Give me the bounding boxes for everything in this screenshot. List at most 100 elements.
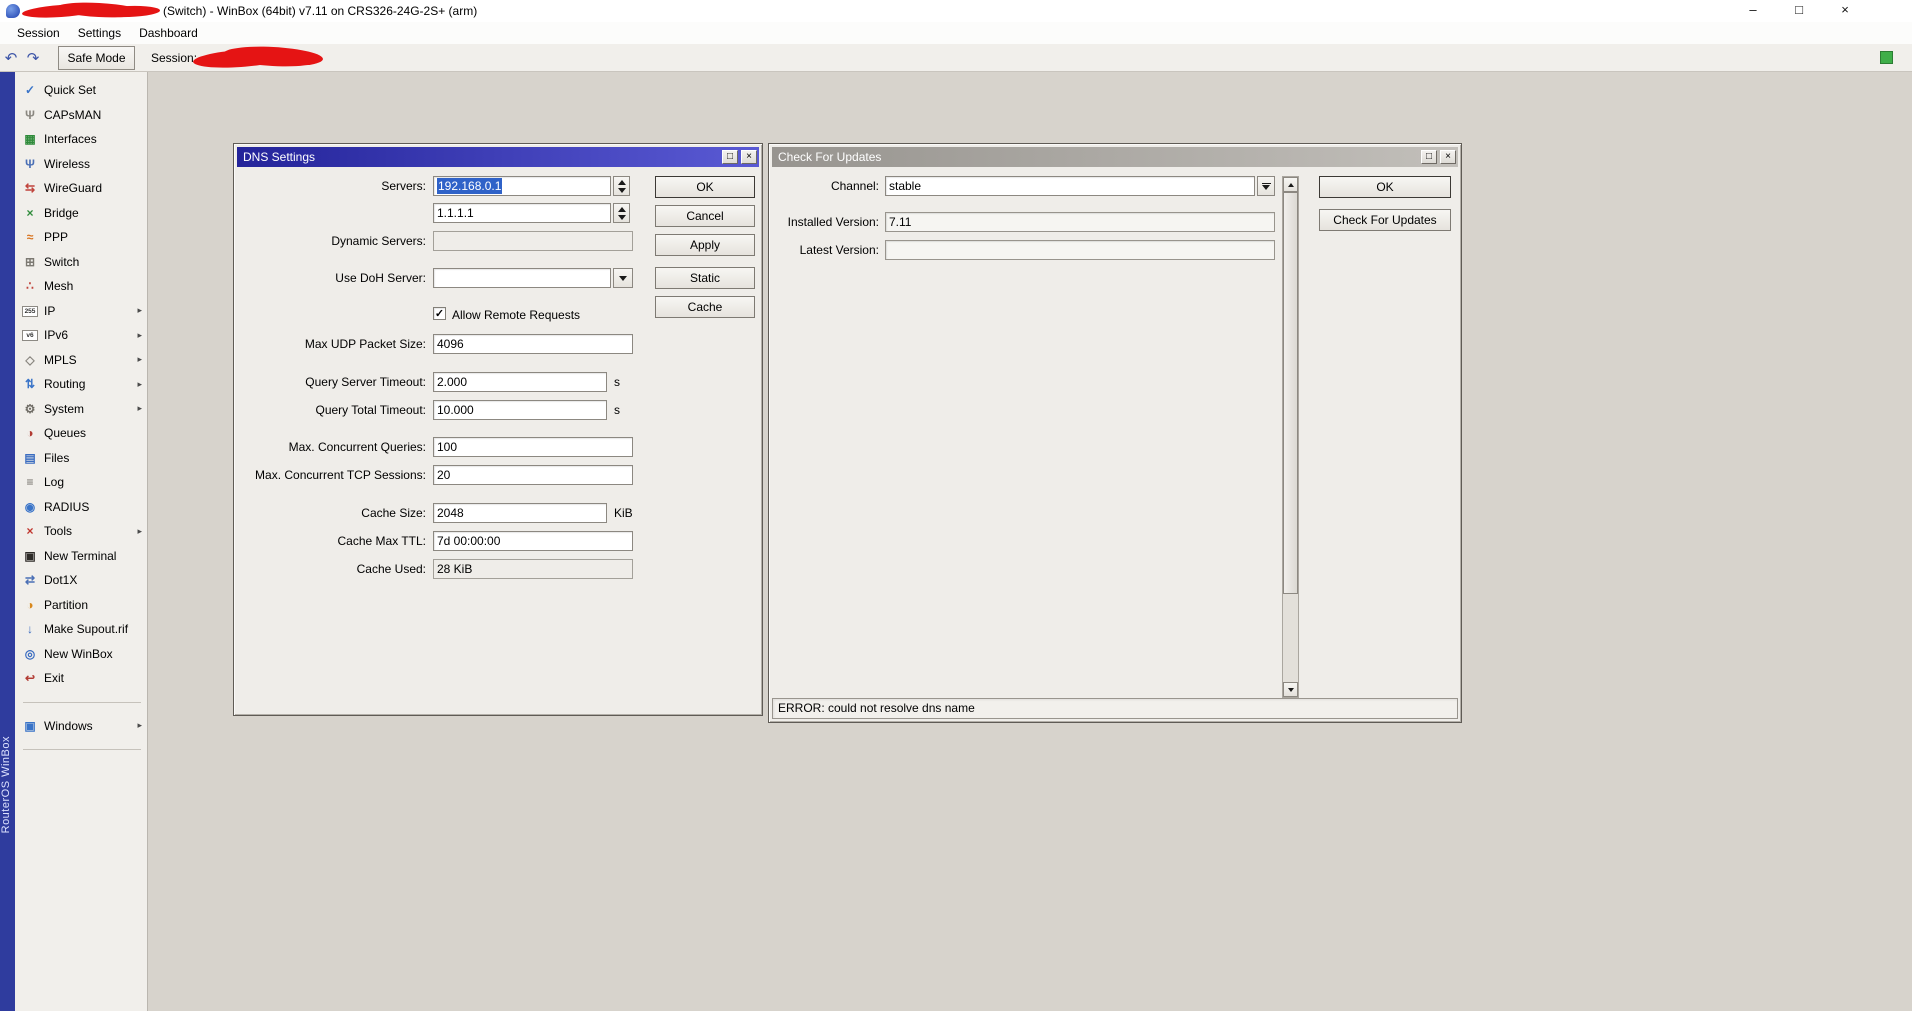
sidebar-item-bridge[interactable]: × Bridge (15, 201, 147, 226)
scroll-up-button[interactable] (1283, 177, 1298, 192)
dns-cancel-button[interactable]: Cancel (655, 205, 755, 227)
connection-status-indicator (1880, 51, 1893, 64)
query-total-timeout-suffix: s (614, 403, 620, 417)
sidebar-item-capsman[interactable]: Ψ CAPsMAN (15, 103, 147, 128)
updates-ok-button[interactable]: OK (1319, 176, 1451, 198)
channel-input[interactable] (885, 176, 1255, 196)
dns-dialog-title: DNS Settings (243, 150, 316, 164)
item-label: Queues (44, 426, 87, 441)
scrollbar-thumb[interactable] (1283, 192, 1298, 594)
updates-close-button[interactable]: × (1440, 150, 1456, 164)
sidebar-item-ppp[interactable]: ≈ PPP (15, 225, 147, 250)
menu-dashboard[interactable]: Dashboard (130, 22, 207, 44)
sidebar-item-quick-set[interactable]: ✓ Quick Set (15, 78, 147, 103)
updates-restore-button[interactable]: □ (1421, 150, 1437, 164)
mpls-icon: ◇ (25, 352, 35, 367)
sidebar-item-queues[interactable]: ◑ Queues (15, 421, 147, 446)
maximize-button[interactable]: □ (1776, 0, 1822, 22)
cache-max-ttl-input[interactable] (433, 531, 633, 551)
item-label: Mesh (44, 279, 74, 294)
sidebar-item-new-terminal[interactable]: ▣ New Terminal (15, 544, 147, 569)
dns-restore-button[interactable]: □ (722, 150, 738, 164)
sidebar-item-make-supout[interactable]: ↓ Make Supout.rif (15, 617, 147, 642)
sidebar-item-partition[interactable]: ◑ Partition (15, 593, 147, 618)
installed-version-label: Installed Version: (787, 215, 879, 229)
updates-dialog-titlebar[interactable]: Check For Updates □ × (772, 147, 1458, 167)
dns-close-button[interactable]: × (741, 150, 757, 164)
window-controls: – □ × (1730, 0, 1868, 22)
session-label: Session: (151, 50, 198, 65)
submenu-arrow-icon: ▸ (137, 720, 142, 731)
sidebar-item-files[interactable]: ▤ Files (15, 446, 147, 471)
system-icon: ⚙ (24, 401, 36, 416)
max-tcp-sessions-input[interactable] (433, 465, 633, 485)
sidebar-item-wireguard[interactable]: ⇆ WireGuard (15, 176, 147, 201)
scroll-down-button[interactable] (1283, 682, 1298, 697)
sidebar-separator (23, 701, 141, 703)
sidebar-item-tools[interactable]: × Tools ▸ (15, 519, 147, 544)
sidebar-item-dot1x[interactable]: ⇄ Dot1X (15, 568, 147, 593)
item-label: Switch (44, 254, 80, 269)
sidebar-menu: ✓ Quick Set Ψ CAPsMAN ▦ Interfaces Ψ Wireles… (15, 72, 148, 1011)
sidebar-item-wireless[interactable]: Ψ Wireless (15, 152, 147, 177)
item-label: Quick Set (44, 83, 97, 98)
dns-ok-button[interactable]: OK (655, 176, 755, 198)
sidebar-item-log[interactable]: ≡ Log (15, 470, 147, 495)
doh-server-input[interactable] (433, 268, 611, 288)
dns-static-button[interactable]: Static (655, 267, 755, 289)
check-for-updates-button[interactable]: Check For Updates (1319, 209, 1451, 231)
servers2-spinner[interactable] (613, 203, 630, 223)
channel-dropdown-button[interactable] (1257, 176, 1275, 196)
mesh-icon: ∴ (26, 279, 34, 294)
sidebar-item-windows[interactable]: ▣ Windows ▸ (15, 714, 147, 739)
menu-bar: Session Settings Dashboard (0, 22, 1912, 44)
item-label: System (44, 401, 85, 416)
item-label: New WinBox (44, 646, 113, 661)
allow-remote-checkbox[interactable]: ✓ (433, 307, 446, 320)
item-label: IPv6 (44, 328, 69, 343)
cache-size-input[interactable] (433, 503, 607, 523)
redo-icon[interactable]: ↷ (22, 49, 44, 67)
item-label: New Terminal (44, 548, 117, 563)
sidebar-item-switch[interactable]: ⊞ Switch (15, 250, 147, 275)
safe-mode-button[interactable]: Safe Mode (58, 45, 135, 70)
servers-spinner[interactable] (613, 176, 630, 196)
servers2-input[interactable] (433, 203, 611, 223)
menu-session[interactable]: Session (8, 22, 69, 44)
sidebar-item-interfaces[interactable]: ▦ Interfaces (15, 127, 147, 152)
sidebar-item-routing[interactable]: ⇅ Routing ▸ (15, 372, 147, 397)
switch-icon: ⊞ (24, 254, 36, 269)
dns-dialog-titlebar[interactable]: DNS Settings □ × (237, 147, 759, 167)
sidebar-item-new-winbox[interactable]: ◎ New WinBox (15, 642, 147, 667)
updates-scrollbar[interactable] (1282, 176, 1299, 698)
max-udp-input[interactable] (433, 334, 633, 354)
item-label: Partition (44, 597, 89, 612)
partition-icon: ◑ (26, 597, 34, 612)
ipv6-icon: v6 (22, 330, 38, 342)
servers-input[interactable]: 192.168.0.1 (433, 176, 611, 196)
dns-cache-button[interactable]: Cache (655, 296, 755, 318)
sidebar-item-mesh[interactable]: ∴ Mesh (15, 274, 147, 299)
sidebar-item-ipv6[interactable]: v6 IPv6 ▸ (15, 323, 147, 348)
submenu-arrow-icon: ▸ (137, 305, 142, 316)
doh-dropdown-button[interactable] (613, 268, 633, 288)
updates-status-bar: ERROR: could not resolve dns name (772, 698, 1458, 719)
close-button[interactable]: × (1822, 0, 1868, 22)
query-total-timeout-label: Query Total Timeout: (315, 403, 427, 417)
sidebar-item-system[interactable]: ⚙ System ▸ (15, 397, 147, 422)
redaction-scribble-title (21, 0, 162, 21)
sidebar-item-radius[interactable]: ◉ RADIUS (15, 495, 147, 520)
query-total-timeout-input[interactable] (433, 400, 607, 420)
wireless-icon: Ψ (25, 156, 35, 171)
query-server-timeout-input[interactable] (433, 372, 607, 392)
minimize-button[interactable]: – (1730, 0, 1776, 22)
make-supout-icon: ↓ (27, 622, 33, 637)
query-server-timeout-label: Query Server Timeout: (305, 375, 426, 389)
sidebar-item-ip[interactable]: 255 IP ▸ (15, 299, 147, 324)
menu-settings[interactable]: Settings (69, 22, 130, 44)
max-queries-input[interactable] (433, 437, 633, 457)
dns-apply-button[interactable]: Apply (655, 234, 755, 256)
sidebar-item-exit[interactable]: ↩ Exit (15, 666, 147, 691)
sidebar-item-mpls[interactable]: ◇ MPLS ▸ (15, 348, 147, 373)
undo-icon[interactable]: ↶ (0, 49, 22, 67)
